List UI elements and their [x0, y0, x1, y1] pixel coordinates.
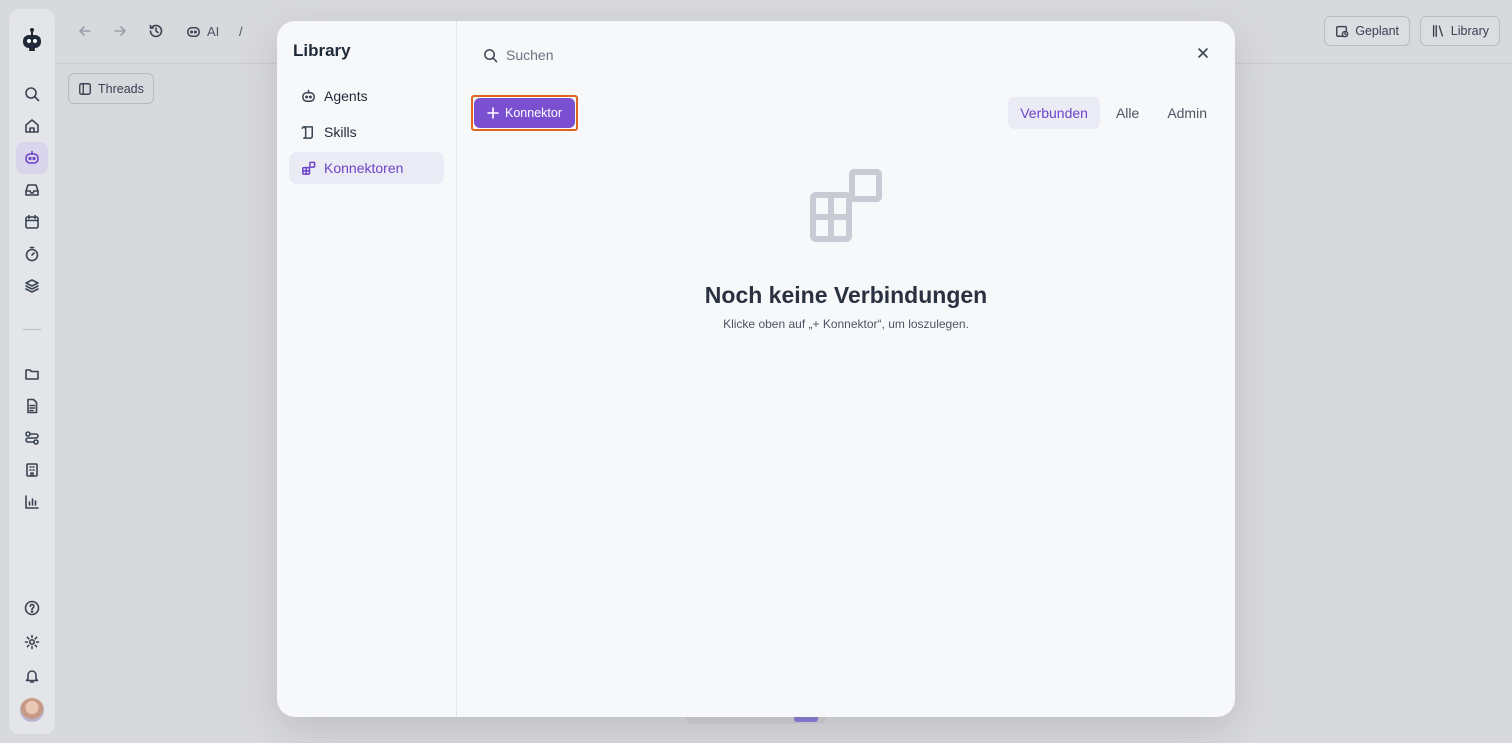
breadcrumb-ai-label: AI	[207, 23, 220, 39]
inbox-icon[interactable]	[16, 174, 48, 206]
chart-icon[interactable]	[16, 486, 48, 518]
threads-toggle-button[interactable]: Threads	[68, 73, 154, 104]
scheduled-label: Geplant	[1355, 24, 1399, 38]
bell-icon[interactable]	[16, 660, 48, 692]
library-sidebar: Library Agents Skills Konnektoren	[277, 21, 457, 717]
calendar-clock-icon	[1336, 25, 1349, 38]
library-label: Library	[1450, 24, 1489, 38]
scroll-icon	[301, 125, 313, 139]
workflow-icon[interactable]	[16, 422, 48, 454]
back-arrow-icon[interactable]	[77, 20, 93, 42]
rail-divider	[23, 329, 41, 330]
document-icon[interactable]	[16, 390, 48, 422]
forward-arrow-icon[interactable]	[112, 20, 128, 42]
empty-state-title: Noch keine Verbindungen	[704, 282, 988, 308]
library-title: Library	[293, 41, 351, 60]
building-icon[interactable]	[16, 454, 48, 486]
search-icon	[484, 48, 498, 62]
add-connector-label: Konnektor	[505, 106, 562, 120]
library-button[interactable]: Library	[1419, 16, 1500, 46]
nav-item-agents[interactable]: Agents	[289, 80, 444, 112]
help-icon[interactable]	[16, 592, 48, 624]
nav-label: Konnektoren	[324, 160, 404, 176]
user-avatar[interactable]	[20, 698, 44, 722]
nav-item-connectors[interactable]: Konnektoren	[289, 152, 444, 184]
home-icon[interactable]	[16, 110, 48, 142]
folder-icon[interactable]	[16, 358, 48, 390]
library-icon	[1432, 25, 1443, 37]
filter-admin[interactable]: Admin	[1155, 97, 1219, 129]
add-connector-button[interactable]: Konnektor	[474, 98, 575, 128]
close-icon	[1198, 48, 1208, 58]
layers-icon[interactable]	[16, 270, 48, 302]
library-content: Konnektor Verbunden Alle Admin Noch kein…	[457, 21, 1235, 717]
search-bar	[483, 47, 806, 63]
sidebar-panel-icon	[79, 82, 91, 95]
threads-label: Threads	[98, 81, 144, 96]
filter-connected[interactable]: Verbunden	[1008, 97, 1100, 129]
nav-label: Skills	[324, 124, 357, 140]
left-rail	[9, 9, 55, 734]
nav-item-skills[interactable]: Skills	[289, 116, 444, 148]
ai-bot-icon[interactable]	[16, 142, 48, 174]
breadcrumb-ai[interactable]: AI	[186, 20, 219, 42]
app-logo-icon[interactable]	[16, 23, 48, 55]
search-icon[interactable]	[16, 78, 48, 110]
filter-all[interactable]: Alle	[1104, 97, 1151, 129]
nav-label: Agents	[324, 88, 368, 104]
breadcrumb-separator: /	[239, 23, 243, 39]
search-input[interactable]	[506, 47, 806, 63]
add-connector-highlight: Konnektor	[471, 95, 578, 131]
settings-gear-icon[interactable]	[16, 626, 48, 658]
plus-icon	[487, 107, 499, 119]
calendar-icon[interactable]	[16, 206, 48, 238]
scheduled-button[interactable]: Geplant	[1324, 16, 1410, 46]
connectors-empty-icon	[807, 168, 885, 246]
timer-icon[interactable]	[16, 238, 48, 270]
close-button[interactable]	[1191, 41, 1215, 65]
blocks-icon	[302, 161, 316, 175]
library-modal: Library Agents Skills Konnektoren Konnek…	[277, 21, 1235, 717]
bot-icon	[302, 89, 315, 102]
connection-filters: Verbunden Alle Admin	[1008, 97, 1219, 129]
history-icon[interactable]	[148, 20, 164, 42]
empty-state-subtitle: Klicke oben auf „+ Konnektor“, um loszul…	[723, 317, 969, 331]
